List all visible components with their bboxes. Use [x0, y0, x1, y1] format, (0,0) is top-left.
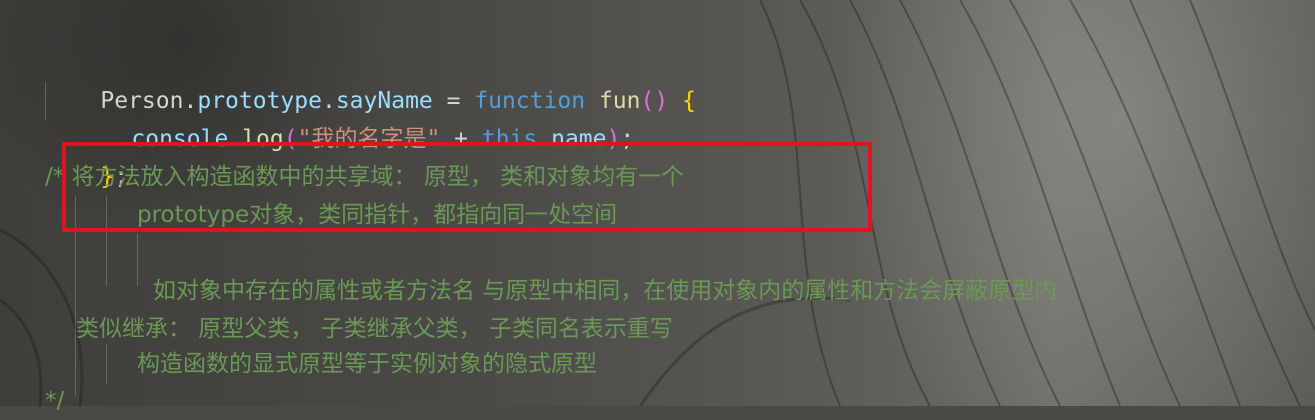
red-highlight-box [62, 142, 872, 232]
code-line-1: Person.prototype.sayName = function fun(… [45, 44, 696, 114]
brace-open: { [682, 88, 696, 114]
comment-line-4: 类似继承： 原型父类， 子类继承父类， 子类同名表示重写 [76, 316, 673, 342]
comment-line-3: 如对象中存在的属性或者方法名 与原型中相同，在使用对象内的属性和方法会屏蔽原型内 [153, 278, 1058, 304]
code-line-2: console.log("我的名字是" + this.name); [76, 82, 634, 152]
code-editor[interactable]: Person.prototype.sayName = function fun(… [0, 0, 1315, 414]
indent-guide [137, 234, 138, 286]
indent-guide [106, 345, 107, 383]
comment-line-5: 构造函数的显式原型等于实例对象的隐式原型 [137, 351, 597, 377]
paren-token: () [640, 88, 669, 114]
comment-line-6: */ [45, 388, 65, 414]
